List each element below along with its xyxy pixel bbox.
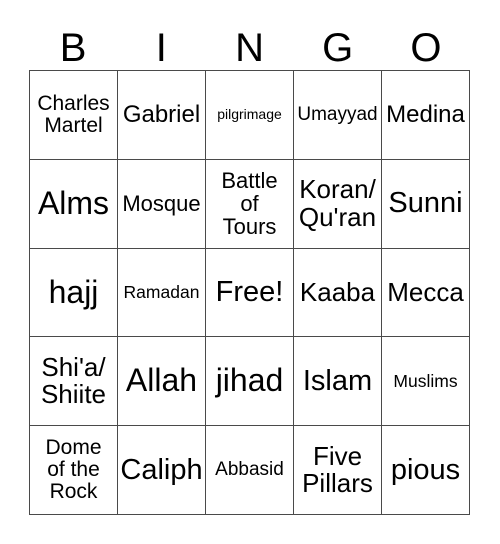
bingo-cell-label: Medina bbox=[386, 101, 465, 129]
bingo-header-letter-o: O bbox=[410, 26, 442, 70]
bingo-cell-label: Ramadan bbox=[123, 282, 200, 303]
bingo-cell-label: Koran/ Qu'ran bbox=[298, 174, 377, 232]
bingo-cell-label: Mosque bbox=[122, 191, 201, 217]
bingo-cell-label: Shi'a/ Shiite bbox=[40, 351, 107, 410]
bingo-cell-label: Charles Martel bbox=[37, 91, 110, 137]
bingo-cell-label: pious bbox=[390, 453, 461, 486]
bingo-cell-label: hajj bbox=[48, 273, 99, 310]
bingo-cell-label: Battle of Tours bbox=[221, 167, 278, 240]
bingo-cell[interactable]: pious bbox=[382, 426, 470, 515]
bingo-free-space[interactable]: Free! bbox=[206, 248, 294, 338]
bingo-cell-label: Five Pillars bbox=[302, 440, 373, 499]
bingo-cell[interactable]: Caliph bbox=[118, 426, 206, 515]
bingo-cell-label: Gabriel bbox=[122, 101, 201, 129]
bingo-cell[interactable]: pilgrimage bbox=[206, 71, 294, 160]
bingo-cell[interactable]: Muslims bbox=[382, 337, 470, 427]
bingo-cell-label: Muslims bbox=[393, 371, 458, 392]
bingo-cell[interactable]: Battle of Tours bbox=[206, 159, 294, 249]
bingo-cell-label: Islam bbox=[302, 364, 373, 397]
bingo-free-space-label: Free! bbox=[215, 276, 284, 309]
bingo-cell[interactable]: Ramadan bbox=[118, 248, 206, 338]
bingo-cell-label: Umayyad bbox=[297, 103, 378, 125]
bingo-cell[interactable]: Mosque bbox=[118, 159, 206, 249]
bingo-header-letter-b: B bbox=[59, 26, 87, 70]
bingo-header-letter-g: G bbox=[322, 26, 354, 70]
bingo-cell-label: Kaaba bbox=[299, 276, 376, 307]
bingo-cell-label: pilgrimage bbox=[217, 106, 282, 123]
bingo-cell[interactable]: Alms bbox=[30, 159, 118, 249]
bingo-cell-label: jihad bbox=[215, 362, 284, 399]
bingo-cell-label: Mecca bbox=[387, 276, 464, 307]
bingo-cell[interactable]: hajj bbox=[30, 248, 118, 338]
bingo-cell-label: Caliph bbox=[120, 453, 203, 486]
bingo-cell[interactable]: Abbasid bbox=[206, 426, 294, 515]
bingo-cell[interactable]: Shi'a/ Shiite bbox=[30, 337, 118, 427]
bingo-header-letter-i: I bbox=[155, 26, 167, 70]
bingo-row: hajj Ramadan Free! Kaaba Mecca bbox=[30, 248, 470, 338]
bingo-header-row: B I N G O bbox=[29, 14, 470, 70]
bingo-cell[interactable]: Five Pillars bbox=[294, 426, 382, 515]
bingo-row: Alms Mosque Battle of Tours Koran/ Qu'ra… bbox=[30, 159, 470, 249]
bingo-cell[interactable]: jihad bbox=[206, 337, 294, 427]
bingo-cell[interactable]: Charles Martel bbox=[30, 71, 118, 160]
bingo-row: Charles Martel Gabriel pilgrimage Umayya… bbox=[30, 71, 470, 160]
bingo-cell[interactable]: Allah bbox=[118, 337, 206, 427]
bingo-cell[interactable]: Islam bbox=[294, 337, 382, 427]
bingo-row: Dome of the Rock Caliph Abbasid Five Pil… bbox=[30, 426, 470, 515]
bingo-cell[interactable]: Sunni bbox=[382, 159, 470, 249]
bingo-cell[interactable]: Kaaba bbox=[294, 248, 382, 338]
bingo-grid: Charles Martel Gabriel pilgrimage Umayya… bbox=[29, 70, 470, 515]
bingo-cell[interactable]: Mecca bbox=[382, 248, 470, 338]
bingo-cell[interactable]: Dome of the Rock bbox=[30, 426, 118, 515]
bingo-card: B I N G O Charles Martel Gabriel pilgrim… bbox=[0, 0, 500, 544]
bingo-cell[interactable]: Medina bbox=[382, 71, 470, 160]
bingo-header-letter-n: N bbox=[235, 26, 264, 70]
bingo-cell-label: Sunni bbox=[388, 187, 463, 220]
bingo-row: Shi'a/ Shiite Allah jihad Islam Muslims bbox=[30, 337, 470, 427]
bingo-cell[interactable]: Koran/ Qu'ran bbox=[294, 159, 382, 249]
bingo-cell-label: Abbasid bbox=[215, 459, 284, 481]
bingo-cell-label: Allah bbox=[125, 362, 198, 399]
bingo-cell-label: Dome of the Rock bbox=[45, 435, 102, 504]
bingo-cell[interactable]: Gabriel bbox=[118, 71, 206, 160]
bingo-cell[interactable]: Umayyad bbox=[294, 71, 382, 160]
bingo-cell-label: Alms bbox=[37, 184, 110, 221]
